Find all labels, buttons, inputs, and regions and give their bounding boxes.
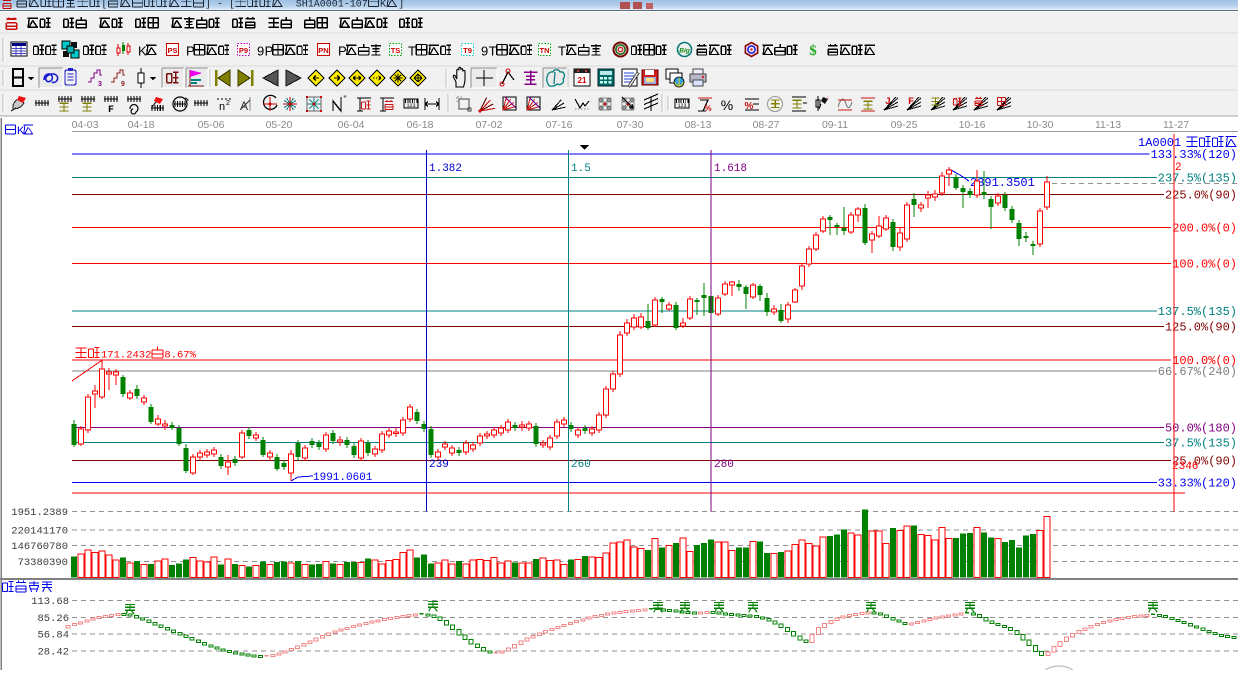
svg-text:21: 21 xyxy=(578,76,587,85)
svg-text:$: $ xyxy=(809,43,817,59)
svg-text:220141170: 220141170 xyxy=(11,526,68,538)
svg-text:J: J xyxy=(885,97,891,108)
svg-text:56.84: 56.84 xyxy=(37,630,69,642)
svg-text:P: P xyxy=(186,44,195,59)
svg-text:10-16: 10-16 xyxy=(959,119,986,131)
svg-text:9: 9 xyxy=(257,44,264,59)
svg-text:] - [: ] - [ xyxy=(205,0,235,11)
svg-text:SH1A0001-107: SH1A0001-107 xyxy=(284,0,368,11)
svg-text:PS: PS xyxy=(167,46,177,55)
svg-text:2: 2 xyxy=(1175,162,1182,174)
svg-text:9: 9 xyxy=(121,81,125,88)
svg-text:1.618: 1.618 xyxy=(714,163,747,175)
svg-text:113.68: 113.68 xyxy=(31,596,69,608)
svg-text:239: 239 xyxy=(429,459,449,471)
svg-text:225.0%(90): 225.0%(90) xyxy=(1165,189,1237,203)
svg-text:1.5: 1.5 xyxy=(571,163,591,175)
svg-text:PN: PN xyxy=(318,46,328,55)
svg-text:08-27: 08-27 xyxy=(753,119,780,131)
svg-text:200.0%(0): 200.0%(0) xyxy=(1172,222,1237,236)
svg-text:2346: 2346 xyxy=(1172,461,1198,473)
svg-text:P: P xyxy=(265,44,274,59)
svg-text:F: F xyxy=(908,97,914,108)
svg-text:123: 123 xyxy=(406,103,415,109)
svg-text:06-18: 06-18 xyxy=(407,119,434,131)
svg-text:F: F xyxy=(108,105,114,116)
svg-text:04-18: 04-18 xyxy=(128,119,155,131)
svg-text:TN: TN xyxy=(540,46,550,55)
svg-text:11-13: 11-13 xyxy=(1095,119,1121,131)
svg-text:P: P xyxy=(338,44,347,59)
svg-text:[: [ xyxy=(101,0,107,11)
svg-text:06-04: 06-04 xyxy=(338,119,365,131)
svg-text:123: 123 xyxy=(677,103,686,109)
svg-text:TS: TS xyxy=(391,46,401,55)
svg-text:50.0%(180): 50.0%(180) xyxy=(1165,421,1237,435)
svg-text:2: 2 xyxy=(226,100,230,107)
svg-text:8.67%: 8.67% xyxy=(164,350,196,362)
svg-text:1951.2389: 1951.2389 xyxy=(11,507,68,519)
svg-text:T: T xyxy=(408,44,416,59)
svg-text:11-27: 11-27 xyxy=(1163,119,1189,131)
svg-text:280: 280 xyxy=(714,459,734,471)
svg-text:28.42: 28.42 xyxy=(37,647,69,659)
svg-text:Big: Big xyxy=(679,48,690,55)
svg-text:T: T xyxy=(558,44,566,59)
svg-text:07-02: 07-02 xyxy=(476,119,503,131)
svg-text:33.33%(120): 33.33%(120) xyxy=(1158,476,1237,490)
svg-text:04-03: 04-03 xyxy=(72,119,99,131)
svg-text:146760780: 146760780 xyxy=(11,541,68,553)
svg-text:%: % xyxy=(704,104,711,113)
svg-text:05-06: 05-06 xyxy=(198,119,225,131)
svg-text:10-30: 10-30 xyxy=(1027,119,1054,131)
svg-text:%: % xyxy=(721,97,733,113)
svg-text:9: 9 xyxy=(481,44,488,59)
svg-text:05-20: 05-20 xyxy=(266,119,293,131)
svg-text:100.0%(0): 100.0%(0) xyxy=(1172,257,1237,271)
svg-text:07-30: 07-30 xyxy=(617,119,644,131)
svg-text:]: ] xyxy=(398,0,404,11)
svg-text:73380390: 73380390 xyxy=(18,557,68,569)
svg-text:07-16: 07-16 xyxy=(546,119,573,131)
svg-text:133.33%(120): 133.33%(120) xyxy=(1151,148,1237,162)
svg-text:08-13: 08-13 xyxy=(685,119,712,131)
svg-text:K: K xyxy=(380,0,386,11)
svg-text:85.26: 85.26 xyxy=(37,613,69,625)
svg-text:K: K xyxy=(138,44,147,59)
svg-text:125.0%(90): 125.0%(90) xyxy=(1165,321,1237,335)
svg-text:37.5%(135): 37.5%(135) xyxy=(1165,436,1237,450)
svg-text:260: 260 xyxy=(571,459,591,471)
svg-text:T: T xyxy=(489,44,497,59)
svg-text:3: 3 xyxy=(98,81,102,88)
svg-text:137.5%(135): 137.5%(135) xyxy=(1158,305,1237,319)
svg-text:T9: T9 xyxy=(463,46,472,55)
svg-text:n: n xyxy=(219,101,225,113)
svg-text:1991.0601: 1991.0601 xyxy=(313,472,373,484)
svg-text:66.67%(240): 66.67%(240) xyxy=(1158,365,1237,379)
svg-text:09-11: 09-11 xyxy=(822,119,848,131)
svg-text:P9: P9 xyxy=(239,46,248,55)
svg-text:": " xyxy=(343,94,346,104)
svg-text:09-25: 09-25 xyxy=(891,119,918,131)
svg-text:1.382: 1.382 xyxy=(429,163,462,175)
svg-text:171.2432: 171.2432 xyxy=(101,350,151,362)
